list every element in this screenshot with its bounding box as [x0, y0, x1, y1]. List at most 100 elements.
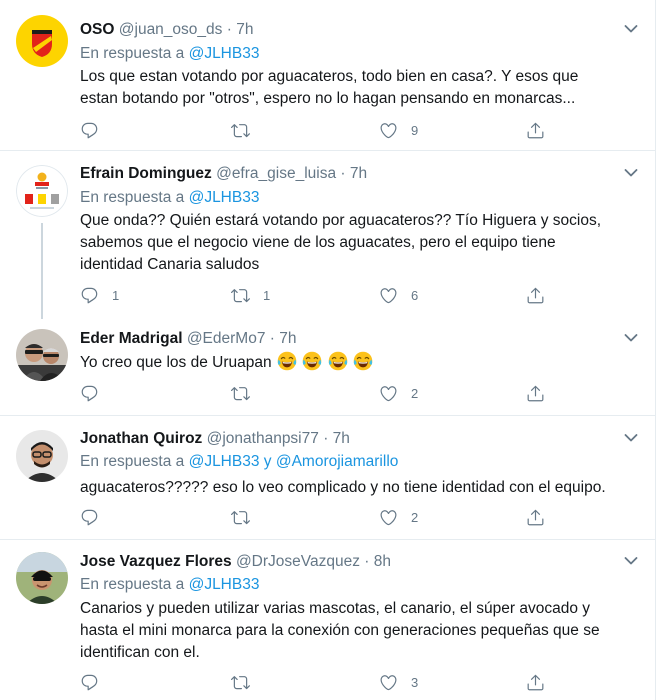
share-button[interactable]	[526, 673, 545, 692]
like-button[interactable]: 2	[379, 384, 418, 403]
reply-button[interactable]: 1	[80, 286, 119, 305]
tweet-text-line: hasta el mini monarca para la conexión c…	[80, 622, 600, 639]
display-name[interactable]: Jose Vazquez Flores	[80, 553, 232, 570]
tweet-jonathan-quiroz[interactable]: Jonathan Quiroz @jonathanpsi77 · 7h En r…	[0, 416, 656, 540]
display-name[interactable]: OSO	[80, 21, 114, 38]
like-icon	[379, 121, 398, 140]
avatar[interactable]	[16, 165, 68, 217]
like-count: 9	[411, 123, 419, 138]
chevron-down-icon[interactable]	[624, 556, 638, 566]
chevron-down-icon[interactable]	[624, 433, 638, 443]
retweet-icon	[231, 286, 250, 305]
tweet-text-line: Que onda?? Quién estará votando por agua…	[80, 212, 602, 229]
tweet-actions: 1 1 6	[80, 286, 550, 306]
share-icon	[526, 121, 545, 140]
like-icon	[379, 286, 398, 305]
like-count: 6	[411, 288, 419, 303]
retweet-button[interactable]	[231, 673, 263, 692]
reply-feed: OSO @juan_oso_ds · 7h En respuesta a @JL…	[0, 0, 656, 700]
share-button[interactable]	[526, 286, 545, 305]
reply-icon	[80, 384, 99, 403]
tweet-efrain-dominguez[interactable]: Efrain Dominguez @efra_gise_luisa · 7h E…	[0, 151, 656, 319]
like-count: 3	[411, 675, 419, 690]
reply-icon	[80, 508, 99, 527]
reply-count: 1	[112, 288, 120, 303]
tweet-header: Jonathan Quiroz @jonathanpsi77 · 7h	[80, 430, 350, 448]
like-icon	[379, 673, 398, 692]
display-name[interactable]: Jonathan Quiroz	[80, 430, 202, 447]
like-button[interactable]: 9	[379, 121, 418, 140]
retweet-icon	[231, 121, 250, 140]
reply-button[interactable]	[80, 121, 112, 140]
reply-button[interactable]	[80, 673, 112, 692]
reply-prefix: En respuesta a	[80, 189, 185, 206]
chevron-down-icon[interactable]	[624, 333, 638, 343]
share-button[interactable]	[526, 508, 545, 527]
reply-button[interactable]	[80, 508, 112, 527]
tears-of-joy-emoji	[353, 351, 373, 371]
reply-joiner: y	[263, 453, 272, 470]
tweet-header: Efrain Dominguez @efra_gise_luisa · 7h	[80, 165, 367, 183]
mention-link[interactable]: @Amorojiamarillo	[276, 453, 399, 470]
handle[interactable]: @jonathanpsi77	[207, 430, 319, 447]
reply-icon	[80, 286, 99, 305]
mention-link[interactable]: @JLHB33	[189, 453, 260, 470]
like-button[interactable]: 2	[379, 508, 418, 527]
timestamp[interactable]: · 7h	[323, 430, 350, 447]
handle[interactable]: @EderMo7	[187, 330, 266, 347]
tweet-text-line: estan botando por "otros", espero no lo …	[80, 90, 576, 107]
tweet-header: Jose Vazquez Flores @DrJoseVazquez · 8h	[80, 553, 391, 571]
like-count: 2	[411, 386, 419, 401]
tweet-oso[interactable]: OSO @juan_oso_ds · 7h En respuesta a @JL…	[0, 0, 656, 151]
mention-link[interactable]: @JLHB33	[189, 576, 260, 593]
mention-link[interactable]: @JLHB33	[189, 189, 260, 206]
outdoor-person-avatar-image	[16, 552, 68, 604]
tweet-text-line: sabemos que el negocio viene de los agua…	[80, 234, 556, 251]
mention-link[interactable]: @JLHB33	[189, 45, 260, 62]
chevron-down-icon[interactable]	[624, 168, 638, 178]
avatar[interactable]	[16, 329, 68, 381]
tweet-text: Los que estan votando por aguacateros, t…	[80, 66, 640, 110]
tweet-jose-vazquez-flores[interactable]: Jose Vazquez Flores @DrJoseVazquez · 8h …	[0, 540, 656, 700]
handle[interactable]: @efra_gise_luisa	[216, 165, 336, 182]
tweet-actions: 9	[80, 121, 550, 141]
share-button[interactable]	[526, 384, 545, 403]
like-button[interactable]: 3	[379, 673, 418, 692]
timestamp[interactable]: · 7h	[340, 165, 367, 182]
timestamp[interactable]: · 8h	[364, 553, 391, 570]
tweet-text: aguacateros????? eso lo veo complicado y…	[80, 477, 640, 499]
display-name[interactable]: Eder Madrigal	[80, 330, 183, 347]
reply-icon	[80, 673, 99, 692]
reply-context: En respuesta a @JLHB33	[80, 45, 259, 63]
tweet-header: OSO @juan_oso_ds · 7h	[80, 21, 253, 39]
retweet-button[interactable]: 1	[231, 286, 270, 305]
tweet-text-line: Los que estan votando por aguacateros, t…	[80, 68, 579, 85]
tweet-text-line: aguacateros????? eso lo veo complicado y…	[80, 479, 606, 496]
chevron-down-icon[interactable]	[624, 24, 638, 34]
tweet-text-line: identidad Canaria saludos	[80, 256, 260, 273]
two-people-avatar-image	[16, 329, 68, 381]
tears-of-joy-emoji	[328, 351, 348, 371]
share-button[interactable]	[526, 121, 545, 140]
tears-of-joy-emoji	[277, 351, 297, 371]
share-icon	[526, 384, 545, 403]
like-icon	[379, 508, 398, 527]
retweet-button[interactable]	[231, 121, 263, 140]
tweet-text: Canarios y pueden utilizar varias mascot…	[80, 598, 640, 664]
timestamp[interactable]: · 7h	[227, 21, 254, 38]
reply-button[interactable]	[80, 384, 112, 403]
handle[interactable]: @juan_oso_ds	[119, 21, 223, 38]
timestamp[interactable]: · 7h	[270, 330, 297, 347]
avatar[interactable]	[16, 15, 68, 67]
avatar[interactable]	[16, 430, 68, 482]
tweet-actions: 2	[80, 508, 550, 528]
share-icon	[526, 286, 545, 305]
retweet-button[interactable]	[231, 384, 263, 403]
handle[interactable]: @DrJoseVazquez	[236, 553, 360, 570]
retweet-button[interactable]	[231, 508, 263, 527]
display-name[interactable]: Efrain Dominguez	[80, 165, 212, 182]
avatar[interactable]	[16, 552, 68, 604]
reply-prefix: En respuesta a	[80, 576, 185, 593]
like-button[interactable]: 6	[379, 286, 418, 305]
tweet-eder-madrigal[interactable]: Eder Madrigal @EderMo7 · 7h Yo creo que …	[0, 317, 656, 416]
